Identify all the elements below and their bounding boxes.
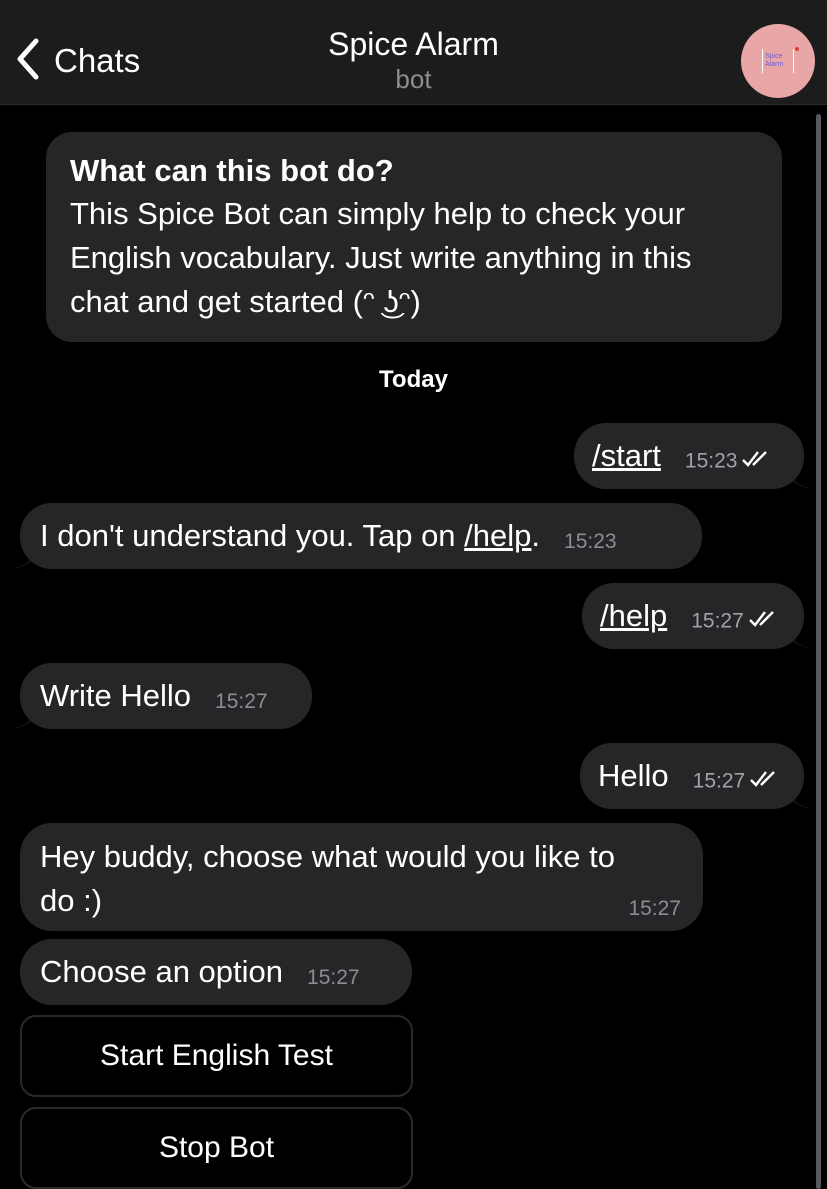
message-text-line: Hey buddy, choose what would you like to [40, 839, 615, 874]
bot-intro-card: What can this bot do? This Spice Bot can… [46, 132, 782, 342]
outgoing-message[interactable]: Hello 15:27 [580, 743, 814, 809]
outgoing-message[interactable]: /start 15:23 [574, 423, 814, 489]
intro-body-line: English vocabulary. Just write anything … [70, 240, 692, 275]
message-time: 15:23 [564, 530, 617, 553]
command-link[interactable]: /help [600, 598, 667, 634]
command-link[interactable]: /start [592, 438, 661, 474]
bubble-tail [784, 785, 814, 809]
incoming-message[interactable]: Choose an option 15:27 [20, 939, 412, 1005]
read-ticks-icon [748, 609, 778, 635]
incoming-message[interactable]: I don't understand you. Tap on /help. 15… [10, 503, 702, 569]
stop-bot-button[interactable]: Stop Bot [20, 1107, 413, 1189]
message-text: Hello [598, 758, 669, 793]
message-time: 15:27 [628, 897, 681, 920]
bubble-tail [10, 705, 40, 729]
avatar-logo-dot [795, 47, 799, 51]
intro-title: What can this bot do? [70, 153, 394, 188]
scrollbar[interactable] [816, 114, 821, 1189]
message-text: I don't understand you. Tap on /help. [40, 518, 541, 553]
chat-subtitle: bot [395, 64, 432, 94]
message-time: 15:27 [307, 966, 360, 989]
message-time: 15:27 [693, 769, 780, 795]
chat-title: Spice Alarm [328, 26, 499, 62]
read-ticks-icon [749, 769, 779, 795]
bubble-tail [784, 625, 814, 649]
message-text-line: do :) [40, 883, 103, 918]
chat-title-block[interactable]: Spice Alarm bot [0, 24, 827, 94]
message-time: 15:27 [691, 609, 778, 635]
intro-body-line: chat and get started (ᵔ ͜ʖᵔ) [70, 284, 421, 319]
date-separator: Today [379, 366, 448, 393]
outgoing-message[interactable]: /help 15:27 [582, 583, 814, 649]
bubble-tail [784, 465, 814, 489]
chat-screen: Chats Spice Alarm bot Spice Alarm What c… [0, 0, 827, 1189]
message-text: Write Hello [40, 678, 192, 713]
message-time: 15:23 [685, 449, 772, 475]
message-text: Choose an option [40, 954, 284, 989]
start-english-test-button[interactable]: Start English Test [20, 1015, 413, 1097]
read-ticks-icon [741, 449, 771, 475]
command-link[interactable]: /help [464, 518, 531, 553]
bot-avatar[interactable]: Spice Alarm [741, 24, 815, 98]
chat-header: Chats Spice Alarm bot Spice Alarm [0, 0, 827, 105]
incoming-message[interactable]: Write Hello 15:27 [10, 663, 312, 729]
message-time: 15:27 [215, 690, 268, 713]
intro-body-line: This Spice Bot can simply help to check … [70, 196, 686, 231]
avatar-logo: Spice Alarm [762, 47, 799, 73]
bubble-tail [10, 545, 40, 569]
avatar-logo-text: Spice Alarm [765, 53, 784, 68]
incoming-message[interactable]: Hey buddy, choose what would you like to… [20, 823, 703, 931]
